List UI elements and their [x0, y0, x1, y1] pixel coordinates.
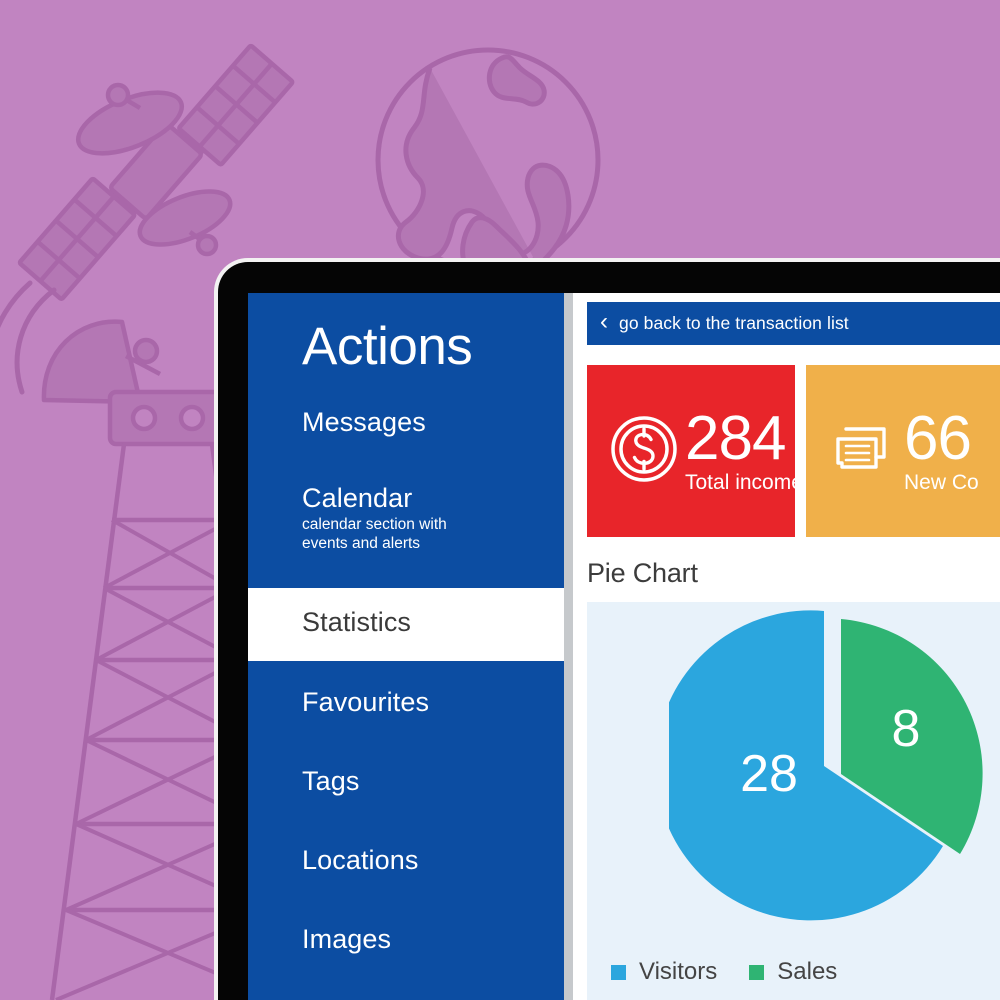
sidebar-item-locations[interactable]: Locations: [248, 845, 573, 876]
pie-label-sales: 8: [892, 700, 921, 758]
screenshot-stage: Actions Messages Calendar calendar secti…: [0, 0, 1000, 1000]
stat-tile-label: New Co: [904, 471, 979, 495]
tablet-device: Actions Messages Calendar calendar secti…: [214, 258, 1000, 1000]
sidebar: Actions Messages Calendar calendar secti…: [248, 293, 573, 1000]
legend-label: Sales: [777, 958, 838, 985]
documents-icon: [828, 419, 898, 484]
legend-item-visitors[interactable]: Visitors: [611, 958, 717, 986]
stat-tiles-row: 284 Total income 66 New Co: [587, 365, 1000, 537]
sidebar-item-label: Calendar: [302, 482, 413, 513]
stat-tile-body: 284 Total income: [685, 403, 795, 496]
sidebar-item-label: Favourites: [302, 686, 430, 717]
sidebar-item-subtitle: calendar section with events and alerts: [302, 515, 447, 553]
sidebar-item-label: Locations: [302, 844, 419, 875]
sidebar-item-label: Images: [302, 923, 392, 954]
sidebar-item-label: Tags: [302, 765, 360, 796]
back-to-transaction-list-button[interactable]: ‹ go back to the transaction list: [587, 302, 1000, 345]
legend-swatch-icon: [611, 964, 626, 980]
legend-label: Visitors: [639, 958, 718, 985]
stat-tile-value: 284: [685, 403, 786, 473]
stat-tile-body: 66 New Co: [904, 403, 979, 496]
sidebar-item-favourites[interactable]: Favourites: [248, 687, 573, 718]
sidebar-divider: [564, 293, 573, 1000]
sidebar-item-calendar[interactable]: Calendar calendar section with events an…: [248, 483, 573, 554]
pie-chart-legend: Visitors Sales: [611, 958, 837, 986]
legend-item-sales[interactable]: Sales: [749, 958, 837, 986]
stat-tile-value: 66: [904, 403, 972, 473]
dollar-coin-icon: [609, 414, 679, 489]
stat-tile-total-income[interactable]: 284 Total income: [587, 365, 795, 537]
sidebar-item-label: Messages: [302, 406, 426, 437]
sidebar-item-tags[interactable]: Tags: [248, 766, 573, 797]
sidebar-item-statistics[interactable]: Statistics: [248, 588, 573, 661]
sidebar-item-messages[interactable]: Messages: [248, 407, 573, 438]
pie-chart-heading: Pie Chart: [587, 558, 698, 588]
chevron-left-icon: ‹: [600, 308, 608, 335]
sidebar-item-images[interactable]: Images: [248, 924, 573, 955]
legend-swatch-icon: [749, 964, 765, 980]
back-link-label: go back to the transaction list: [619, 313, 849, 333]
main-content: ‹ go back to the transaction list 284 To…: [573, 293, 1000, 1000]
sidebar-item-label: Statistics: [302, 607, 412, 638]
tablet-screen: Actions Messages Calendar calendar secti…: [248, 293, 1000, 1000]
stat-tile-label: Total income: [685, 471, 795, 495]
stat-tile-new-comments[interactable]: 66 New Co: [806, 365, 1000, 537]
page-title: Actions: [302, 317, 473, 376]
pie-label-visitors: 28: [740, 745, 798, 803]
pie-chart: 28 8: [669, 610, 983, 921]
pie-chart-panel: 28 8 Visitors Sales: [587, 602, 1000, 1000]
